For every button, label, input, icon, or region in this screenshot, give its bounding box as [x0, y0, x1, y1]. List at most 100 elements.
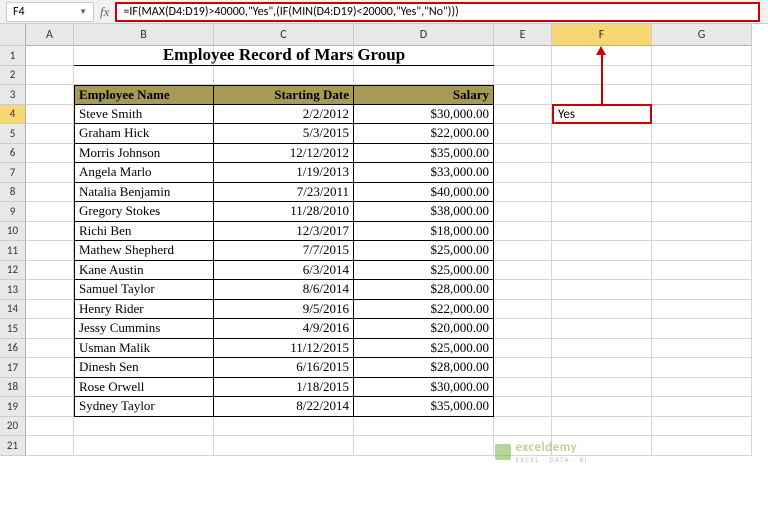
- cell-A20[interactable]: [26, 417, 74, 437]
- cell-G15[interactable]: [652, 319, 752, 339]
- row-header-16[interactable]: 16: [0, 339, 26, 359]
- cell-F19[interactable]: [552, 397, 652, 417]
- cell-C8[interactable]: 7/23/2011: [214, 183, 354, 203]
- cell-E20[interactable]: [494, 417, 552, 437]
- cell-G16[interactable]: [652, 339, 752, 359]
- cell-E1[interactable]: [494, 46, 552, 66]
- cell-G21[interactable]: [652, 436, 752, 456]
- cells-area[interactable]: Employee Record of Mars Group Yes Employ…: [26, 46, 768, 456]
- cell-E14[interactable]: [494, 300, 552, 320]
- cell-B20[interactable]: [74, 417, 214, 437]
- cell-B11[interactable]: Mathew Shepherd: [74, 241, 214, 261]
- cell-D5[interactable]: $22,000.00: [354, 124, 494, 144]
- cell-D11[interactable]: $25,000.00: [354, 241, 494, 261]
- cell-A9[interactable]: [26, 202, 74, 222]
- cell-G11[interactable]: [652, 241, 752, 261]
- cell-D19[interactable]: $35,000.00: [354, 397, 494, 417]
- row-header-10[interactable]: 10: [0, 222, 26, 242]
- cell-C13[interactable]: 8/6/2014: [214, 280, 354, 300]
- cell-B14[interactable]: Henry Rider: [74, 300, 214, 320]
- cell-F15[interactable]: [552, 319, 652, 339]
- cell-G1[interactable]: [652, 46, 752, 66]
- cell-D20[interactable]: [354, 417, 494, 437]
- name-box[interactable]: F4 ▼: [6, 2, 94, 22]
- cell-E4[interactable]: [494, 105, 552, 125]
- cell-C2[interactable]: [214, 66, 354, 86]
- cell-B21[interactable]: [74, 436, 214, 456]
- cell-B15[interactable]: Jessy Cummins: [74, 319, 214, 339]
- cell-D3[interactable]: Salary: [354, 85, 494, 105]
- cell-D9[interactable]: $38,000.00: [354, 202, 494, 222]
- active-cell-f4[interactable]: Yes: [552, 104, 652, 124]
- cell-F20[interactable]: [552, 417, 652, 437]
- cell-A17[interactable]: [26, 358, 74, 378]
- row-header-8[interactable]: 8: [0, 183, 26, 203]
- column-header-e[interactable]: E: [494, 24, 552, 46]
- row-header-5[interactable]: 5: [0, 124, 26, 144]
- cell-A13[interactable]: [26, 280, 74, 300]
- cell-A19[interactable]: [26, 397, 74, 417]
- row-header-14[interactable]: 14: [0, 300, 26, 320]
- cell-C4[interactable]: 2/2/2012: [214, 105, 354, 125]
- cell-C6[interactable]: 12/12/2012: [214, 144, 354, 164]
- cell-C16[interactable]: 11/12/2015: [214, 339, 354, 359]
- cell-G14[interactable]: [652, 300, 752, 320]
- cell-B8[interactable]: Natalia Benjamin: [74, 183, 214, 203]
- cell-F10[interactable]: [552, 222, 652, 242]
- cell-E16[interactable]: [494, 339, 552, 359]
- cell-B19[interactable]: Sydney Taylor: [74, 397, 214, 417]
- column-header-g[interactable]: G: [652, 24, 752, 46]
- row-header-15[interactable]: 15: [0, 319, 26, 339]
- cell-A7[interactable]: [26, 163, 74, 183]
- row-header-6[interactable]: 6: [0, 144, 26, 164]
- cell-G19[interactable]: [652, 397, 752, 417]
- cell-B13[interactable]: Samuel Taylor: [74, 280, 214, 300]
- row-header-12[interactable]: 12: [0, 261, 26, 281]
- column-header-d[interactable]: D: [354, 24, 494, 46]
- cell-G10[interactable]: [652, 222, 752, 242]
- column-header-f[interactable]: F: [552, 24, 652, 46]
- cell-A3[interactable]: [26, 85, 74, 105]
- cell-F5[interactable]: [552, 124, 652, 144]
- cell-C10[interactable]: 12/3/2017: [214, 222, 354, 242]
- cell-G8[interactable]: [652, 183, 752, 203]
- row-header-7[interactable]: 7: [0, 163, 26, 183]
- cell-B12[interactable]: Kane Austin: [74, 261, 214, 281]
- cell-G9[interactable]: [652, 202, 752, 222]
- cell-F17[interactable]: [552, 358, 652, 378]
- cell-F7[interactable]: [552, 163, 652, 183]
- cell-E5[interactable]: [494, 124, 552, 144]
- cell-C18[interactable]: 1/18/2015: [214, 378, 354, 398]
- cell-A14[interactable]: [26, 300, 74, 320]
- cell-G13[interactable]: [652, 280, 752, 300]
- cell-B6[interactable]: Morris Johnson: [74, 144, 214, 164]
- cell-G2[interactable]: [652, 66, 752, 86]
- cell-C17[interactable]: 6/16/2015: [214, 358, 354, 378]
- cell-E6[interactable]: [494, 144, 552, 164]
- cell-E11[interactable]: [494, 241, 552, 261]
- cell-E3[interactable]: [494, 85, 552, 105]
- cell-C12[interactable]: 6/3/2014: [214, 261, 354, 281]
- row-header-21[interactable]: 21: [0, 436, 26, 456]
- cell-A1[interactable]: [26, 46, 74, 66]
- column-header-c[interactable]: C: [214, 24, 354, 46]
- cell-E8[interactable]: [494, 183, 552, 203]
- cell-C21[interactable]: [214, 436, 354, 456]
- cell-D2[interactable]: [354, 66, 494, 86]
- cell-D6[interactable]: $35,000.00: [354, 144, 494, 164]
- cell-B7[interactable]: Angela Marlo: [74, 163, 214, 183]
- cell-F8[interactable]: [552, 183, 652, 203]
- row-header-19[interactable]: 19: [0, 397, 26, 417]
- cell-E10[interactable]: [494, 222, 552, 242]
- cell-D16[interactable]: $25,000.00: [354, 339, 494, 359]
- cell-A5[interactable]: [26, 124, 74, 144]
- cell-B4[interactable]: Steve Smith: [74, 105, 214, 125]
- cell-D8[interactable]: $40,000.00: [354, 183, 494, 203]
- cell-E9[interactable]: [494, 202, 552, 222]
- row-header-11[interactable]: 11: [0, 241, 26, 261]
- row-header-3[interactable]: 3: [0, 85, 26, 105]
- select-all-corner[interactable]: [0, 24, 26, 46]
- cell-C14[interactable]: 9/5/2016: [214, 300, 354, 320]
- cell-A16[interactable]: [26, 339, 74, 359]
- row-header-9[interactable]: 9: [0, 202, 26, 222]
